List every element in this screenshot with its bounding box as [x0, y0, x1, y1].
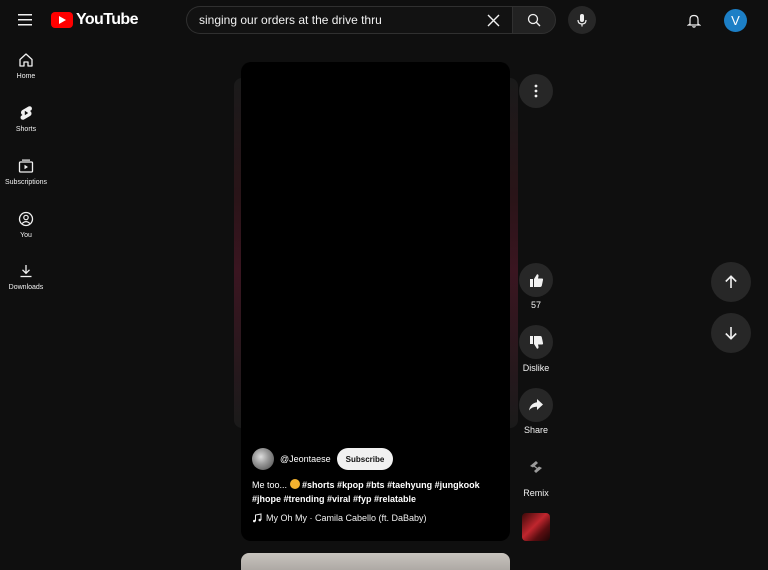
- you-icon: [18, 211, 34, 227]
- search-box: [186, 6, 512, 34]
- search-icon: [527, 13, 541, 27]
- subscriptions-icon: [18, 159, 34, 173]
- hamburger-menu-icon: [18, 14, 32, 26]
- sidebar-item-label: Home: [16, 73, 36, 80]
- sidebar-item-label: You: [20, 232, 32, 239]
- remix-icon[interactable]: [527, 458, 545, 476]
- youtube-logo[interactable]: YouTube: [51, 11, 138, 29]
- sidebar-item-label: Shorts: [15, 126, 37, 133]
- caption-tags-line2: #jhope #trending #viral #fyp #relatable: [252, 494, 417, 504]
- microphone-icon: [577, 14, 587, 27]
- search-button[interactable]: [512, 6, 556, 34]
- sidebar-item-downloads[interactable]: Downloads: [0, 255, 52, 303]
- shorts-video-player[interactable]: @Jeontaese Subscribe Me too... #shorts #…: [241, 62, 510, 541]
- music-title: My Oh My · Camila Cabello (ft. DaBaby): [266, 513, 427, 523]
- sidebar-item-shorts[interactable]: Shorts: [0, 97, 52, 145]
- clear-search-button[interactable]: [484, 11, 502, 29]
- previous-short-button[interactable]: [711, 262, 751, 302]
- remix-label: Remix: [523, 488, 549, 498]
- bell-icon: [687, 14, 701, 28]
- home-icon: [19, 53, 33, 67]
- share-label: Share: [523, 425, 549, 435]
- notifications-button[interactable]: [683, 9, 705, 31]
- sidebar-item-home[interactable]: Home: [0, 44, 52, 92]
- thumbs-up-icon: [529, 273, 543, 287]
- subscribe-button[interactable]: Subscribe: [336, 448, 394, 470]
- channel-row: @Jeontaese Subscribe: [252, 448, 504, 470]
- dislike-label: Dislike: [522, 363, 550, 373]
- next-short-button[interactable]: [711, 313, 751, 353]
- arrow-down-icon: [725, 327, 737, 340]
- search-input[interactable]: [199, 13, 484, 27]
- more-options-button[interactable]: [519, 74, 553, 108]
- youtube-play-logo-icon: [51, 12, 73, 28]
- dislike-button[interactable]: [519, 325, 553, 359]
- account-avatar[interactable]: V: [724, 9, 747, 32]
- top-bar: YouTube V: [0, 0, 768, 40]
- sidebar-item-label: Subscriptions: [4, 179, 48, 186]
- like-button[interactable]: [519, 263, 553, 297]
- short-caption[interactable]: Me too... #shorts #kpop #bts #taehyung #…: [252, 478, 504, 506]
- next-short-preview[interactable]: [241, 553, 510, 570]
- channel-avatar[interactable]: [252, 448, 274, 470]
- caption-tags-line1: #shorts #kpop #bts #taehyung #jungkook: [302, 480, 480, 490]
- search-bar: [186, 6, 556, 34]
- thumbs-down-icon: [529, 335, 543, 349]
- like-count: 57: [530, 300, 541, 310]
- arrow-up-icon: [725, 275, 737, 288]
- music-row[interactable]: My Oh My · Camila Cabello (ft. DaBaby): [252, 513, 504, 523]
- music-note-icon: [253, 513, 262, 523]
- voice-search-button[interactable]: [568, 6, 596, 34]
- sidebar-item-subscriptions[interactable]: Subscriptions: [0, 150, 52, 198]
- share-icon: [529, 399, 543, 411]
- download-icon: [20, 265, 32, 278]
- share-button[interactable]: [519, 388, 553, 422]
- more-vertical-icon: [534, 84, 538, 98]
- short-info: @Jeontaese Subscribe Me too... #shorts #…: [252, 448, 504, 523]
- menu-button[interactable]: [14, 9, 36, 31]
- sidebar-item-label: Downloads: [8, 284, 44, 291]
- caption-text: Me too...: [252, 480, 288, 490]
- logo-text: YouTube: [76, 11, 138, 28]
- close-icon: [487, 14, 499, 26]
- sound-thumbnail[interactable]: [522, 513, 550, 541]
- channel-name[interactable]: @Jeontaese: [280, 454, 331, 464]
- shorts-icon: [20, 106, 32, 120]
- sidebar-item-you[interactable]: You: [0, 203, 52, 251]
- emoji-icon: [289, 479, 300, 489]
